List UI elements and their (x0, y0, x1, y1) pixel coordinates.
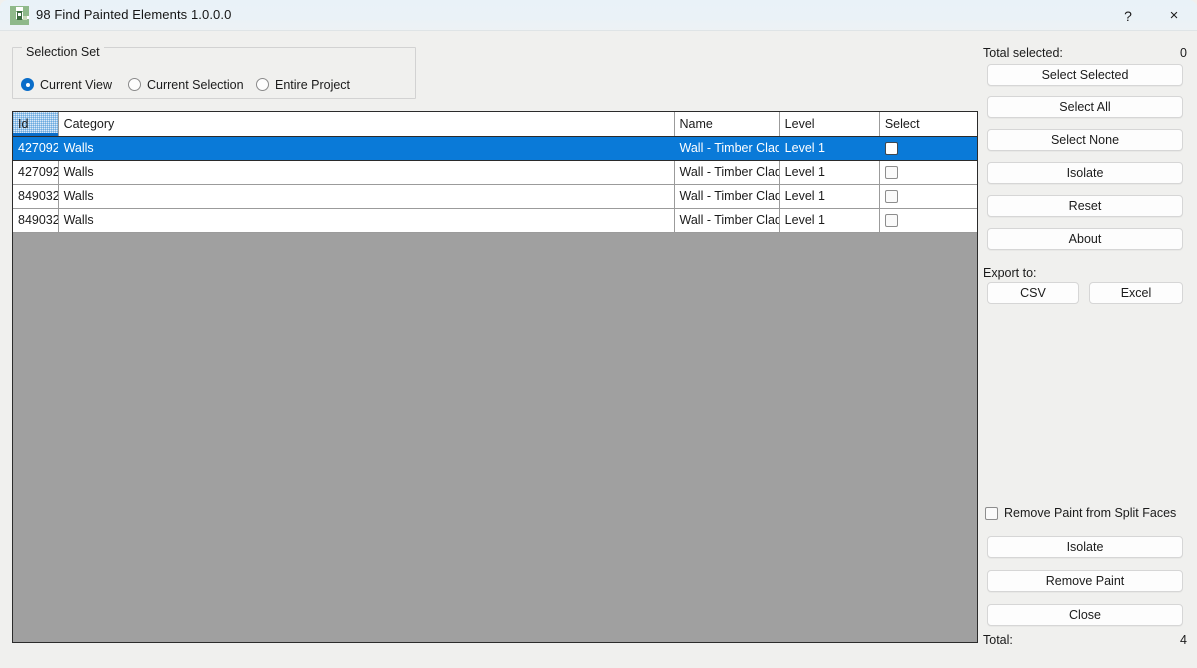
total-row: Total: 4 (983, 633, 1187, 647)
cell-name: Wall - Timber Clad (674, 208, 779, 232)
help-icon[interactable]: ? (1105, 0, 1151, 31)
radio-entire-project[interactable]: Entire Project (256, 76, 350, 93)
radio-button-icon (128, 78, 141, 91)
radio-current-view-label: Current View (40, 78, 112, 92)
cell-level: Level 1 (779, 184, 879, 208)
reset-button[interactable]: Reset (987, 195, 1183, 217)
table-body: 427092 Walls Wall - Timber Clad Level 1 … (13, 136, 978, 232)
radio-current-selection[interactable]: Current Selection (128, 76, 244, 93)
total-selected-label: Total selected: (983, 46, 1063, 60)
cell-category: Walls (58, 160, 674, 184)
side-panel: Total selected: 0 Select Selected Select… (983, 42, 1187, 654)
cell-id: 849032 (13, 184, 58, 208)
checkbox-icon (985, 507, 998, 520)
elements-data-grid[interactable]: Id Category Name Level Select 427092 Wal… (12, 111, 978, 643)
close-icon[interactable]: × (1151, 0, 1197, 31)
isolate-bottom-button[interactable]: Isolate (987, 536, 1183, 558)
cell-category: Walls (58, 184, 674, 208)
select-none-button[interactable]: Select None (987, 129, 1183, 151)
isolate-button[interactable]: Isolate (987, 162, 1183, 184)
cell-name: Wall - Timber Clad (674, 184, 779, 208)
cell-id: 427092 (13, 136, 58, 160)
table-row[interactable]: 427092 Walls Wall - Timber Clad Level 1 (13, 136, 978, 160)
radio-entire-project-label: Entire Project (275, 78, 350, 92)
column-header-level[interactable]: Level (779, 112, 879, 136)
selection-set-legend: Selection Set (22, 45, 104, 59)
close-button[interactable]: Close (987, 604, 1183, 626)
total-selected-row: Total selected: 0 (983, 46, 1187, 60)
table-header: Id Category Name Level Select (13, 112, 978, 136)
app-logo-icon (10, 6, 29, 25)
total-value: 4 (1180, 633, 1187, 647)
row-select-checkbox[interactable] (885, 190, 898, 203)
cell-name: Wall - Timber Clad (674, 160, 779, 184)
column-header-id[interactable]: Id (13, 112, 58, 136)
application-window: 98 Find Painted Elements 1.0.0.0 ? × Sel… (0, 0, 1197, 662)
cell-level: Level 1 (779, 136, 879, 160)
radio-button-icon (21, 78, 34, 91)
radio-current-view[interactable]: Current View (21, 76, 112, 93)
cell-select[interactable] (879, 208, 978, 232)
column-header-category[interactable]: Category (58, 112, 674, 136)
total-selected-value: 0 (1180, 46, 1187, 60)
cell-name: Wall - Timber Clad (674, 136, 779, 160)
remove-paint-split-faces-checkbox[interactable]: Remove Paint from Split Faces (985, 506, 1176, 520)
title-bar: 98 Find Painted Elements 1.0.0.0 ? × (0, 0, 1197, 31)
total-label: Total: (983, 633, 1013, 647)
row-select-checkbox[interactable] (885, 166, 898, 179)
export-csv-button[interactable]: CSV (987, 282, 1079, 304)
export-excel-button[interactable]: Excel (1089, 282, 1183, 304)
cell-id: 427092 (13, 160, 58, 184)
about-button[interactable]: About (987, 228, 1183, 250)
table-row[interactable]: 427092 Walls Wall - Timber Clad Level 1 (13, 160, 978, 184)
cell-select[interactable] (879, 184, 978, 208)
table-row[interactable]: 849032 Walls Wall - Timber Clad Level 1 (13, 184, 978, 208)
row-select-checkbox[interactable] (885, 142, 898, 155)
cell-level: Level 1 (779, 160, 879, 184)
row-select-checkbox[interactable] (885, 214, 898, 227)
export-to-label: Export to: (983, 266, 1037, 280)
column-header-name[interactable]: Name (674, 112, 779, 136)
cell-level: Level 1 (779, 208, 879, 232)
remove-paint-button[interactable]: Remove Paint (987, 570, 1183, 592)
cell-category: Walls (58, 208, 674, 232)
window-title: 98 Find Painted Elements 1.0.0.0 (36, 7, 231, 22)
remove-paint-split-faces-label: Remove Paint from Split Faces (1004, 506, 1176, 520)
cell-select[interactable] (879, 160, 978, 184)
radio-current-selection-label: Current Selection (147, 78, 244, 92)
select-all-button[interactable]: Select All (987, 96, 1183, 118)
cell-category: Walls (58, 136, 674, 160)
column-header-select[interactable]: Select (879, 112, 978, 136)
table-row[interactable]: 849032 Walls Wall - Timber Clad Level 1 (13, 208, 978, 232)
cell-id: 849032 (13, 208, 58, 232)
select-selected-button[interactable]: Select Selected (987, 64, 1183, 86)
radio-button-icon (256, 78, 269, 91)
elements-table: Id Category Name Level Select 427092 Wal… (13, 112, 978, 233)
cell-select[interactable] (879, 136, 978, 160)
table-header-row: Id Category Name Level Select (13, 112, 978, 136)
